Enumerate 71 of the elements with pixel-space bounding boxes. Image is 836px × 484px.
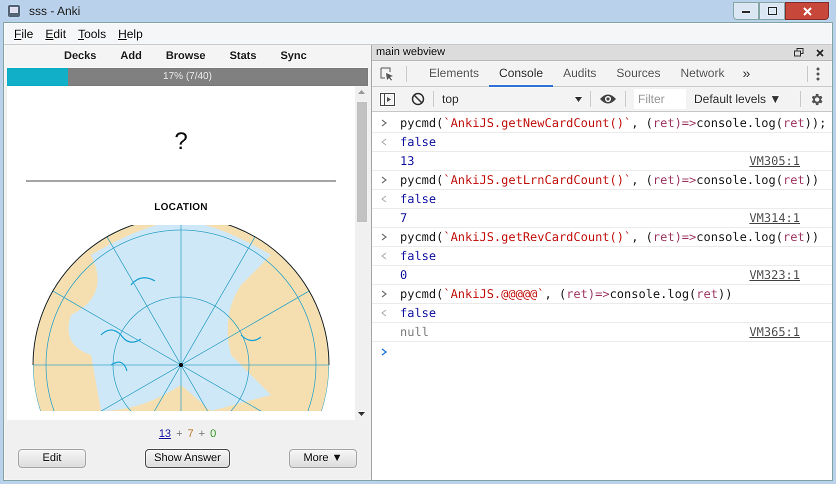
devtools-tab[interactable]: Audits <box>553 60 606 86</box>
console-return-value: false <box>400 134 436 151</box>
toolbar-link[interactable]: Stats <box>230 48 256 65</box>
console-input-line: pycmd(`AnkiJS.getLrnCardCount()`, (ret)=>console.log(ret)) <box>400 172 820 189</box>
console-return-value: false <box>400 305 436 322</box>
dropdown-icon <box>575 96 582 102</box>
console-return-value: false <box>400 191 436 208</box>
minimize-icon <box>742 10 750 12</box>
console-input-line: pycmd(`AnkiJS.@@@@@`, (ret)=>console.log(ret)) <box>400 286 732 303</box>
console-return-value: false <box>400 248 436 265</box>
devtools-tab[interactable]: Sources <box>606 60 670 86</box>
context-select[interactable]: top <box>442 90 582 108</box>
inspect-element-icon[interactable] <box>380 66 394 80</box>
scroll-up-icon <box>358 90 365 94</box>
card-action-button[interactable]: Edit <box>18 448 86 468</box>
chevron-icon <box>380 119 388 127</box>
clear-console-icon[interactable] <box>411 92 425 106</box>
toolbar-link[interactable]: Add <box>120 48 142 65</box>
more-options-icon[interactable] <box>816 66 820 80</box>
close-icon[interactable] <box>816 48 824 56</box>
source-link[interactable]: VM323:1 <box>749 266 800 284</box>
card-count: 0 <box>210 427 216 442</box>
toolbar-link[interactable]: Browse <box>166 48 206 65</box>
app-icon <box>7 4 21 18</box>
eye-icon[interactable] <box>599 93 617 105</box>
menu-item[interactable]: File <box>12 24 36 42</box>
devtools-tab[interactable]: Network <box>670 60 734 86</box>
chevron-icon <box>380 290 388 298</box>
menu-item[interactable]: Help <box>116 24 145 42</box>
console-input-line: pycmd(`AnkiJS.getNewCardCount()`, (ret)=>console.log(ret)); <box>400 115 826 132</box>
console-log-value: null <box>400 324 429 341</box>
scrollbar-thumb[interactable] <box>356 102 366 222</box>
chevron-icon <box>380 233 388 241</box>
undock-icon[interactable] <box>794 48 804 57</box>
console-log-value: 7 <box>400 210 408 227</box>
filter-field[interactable]: Filter <box>634 89 686 109</box>
progress-label: 17% (7/40) <box>162 70 213 84</box>
close-icon <box>802 6 812 16</box>
toolbar-link[interactable]: Sync <box>280 48 307 65</box>
console-input-line: pycmd(`AnkiJS.getRevCardCount()`, (ret)=>console.log(ret)) <box>400 229 820 246</box>
settings-icon[interactable] <box>809 92 824 106</box>
maximize-icon <box>768 7 776 15</box>
scroll-down-icon <box>358 412 365 416</box>
plus-sign: + <box>176 427 182 442</box>
console-log-value: 13 <box>400 153 414 170</box>
more-tabs-button[interactable]: » <box>734 63 758 84</box>
card-count: 13 <box>158 427 172 442</box>
devtools-tab[interactable]: Elements <box>419 60 490 86</box>
card-action-button[interactable]: Show Answer <box>145 448 230 468</box>
panel-title: main webview <box>376 45 446 60</box>
source-link[interactable]: VM365:1 <box>749 323 800 341</box>
minimize-button[interactable] <box>733 2 759 20</box>
close-button[interactable] <box>785 2 829 20</box>
console-log-value: 0 <box>400 267 408 284</box>
question-mark: ? <box>174 128 188 156</box>
prompt-icon <box>380 348 388 356</box>
card-heading: LOCATION <box>154 201 208 215</box>
sidebar-toggle-icon[interactable] <box>380 92 395 106</box>
levels-dropdown[interactable]: Default levels ▼ <box>694 90 782 108</box>
maximize-button[interactable] <box>759 2 785 20</box>
card-count: 7 <box>188 427 194 442</box>
window-title: sss - Anki <box>29 3 80 20</box>
menu-item[interactable]: Tools <box>76 24 108 42</box>
chevron-icon <box>380 176 388 184</box>
source-link[interactable]: VM314:1 <box>749 209 800 227</box>
toolbar-link[interactable]: Decks <box>64 48 96 65</box>
card-action-button[interactable]: More ▼ <box>289 448 357 468</box>
menu-item[interactable]: Edit <box>43 24 68 42</box>
scrollbar[interactable] <box>355 86 368 420</box>
source-link[interactable]: VM305:1 <box>749 152 800 170</box>
plus-sign: + <box>198 427 206 442</box>
